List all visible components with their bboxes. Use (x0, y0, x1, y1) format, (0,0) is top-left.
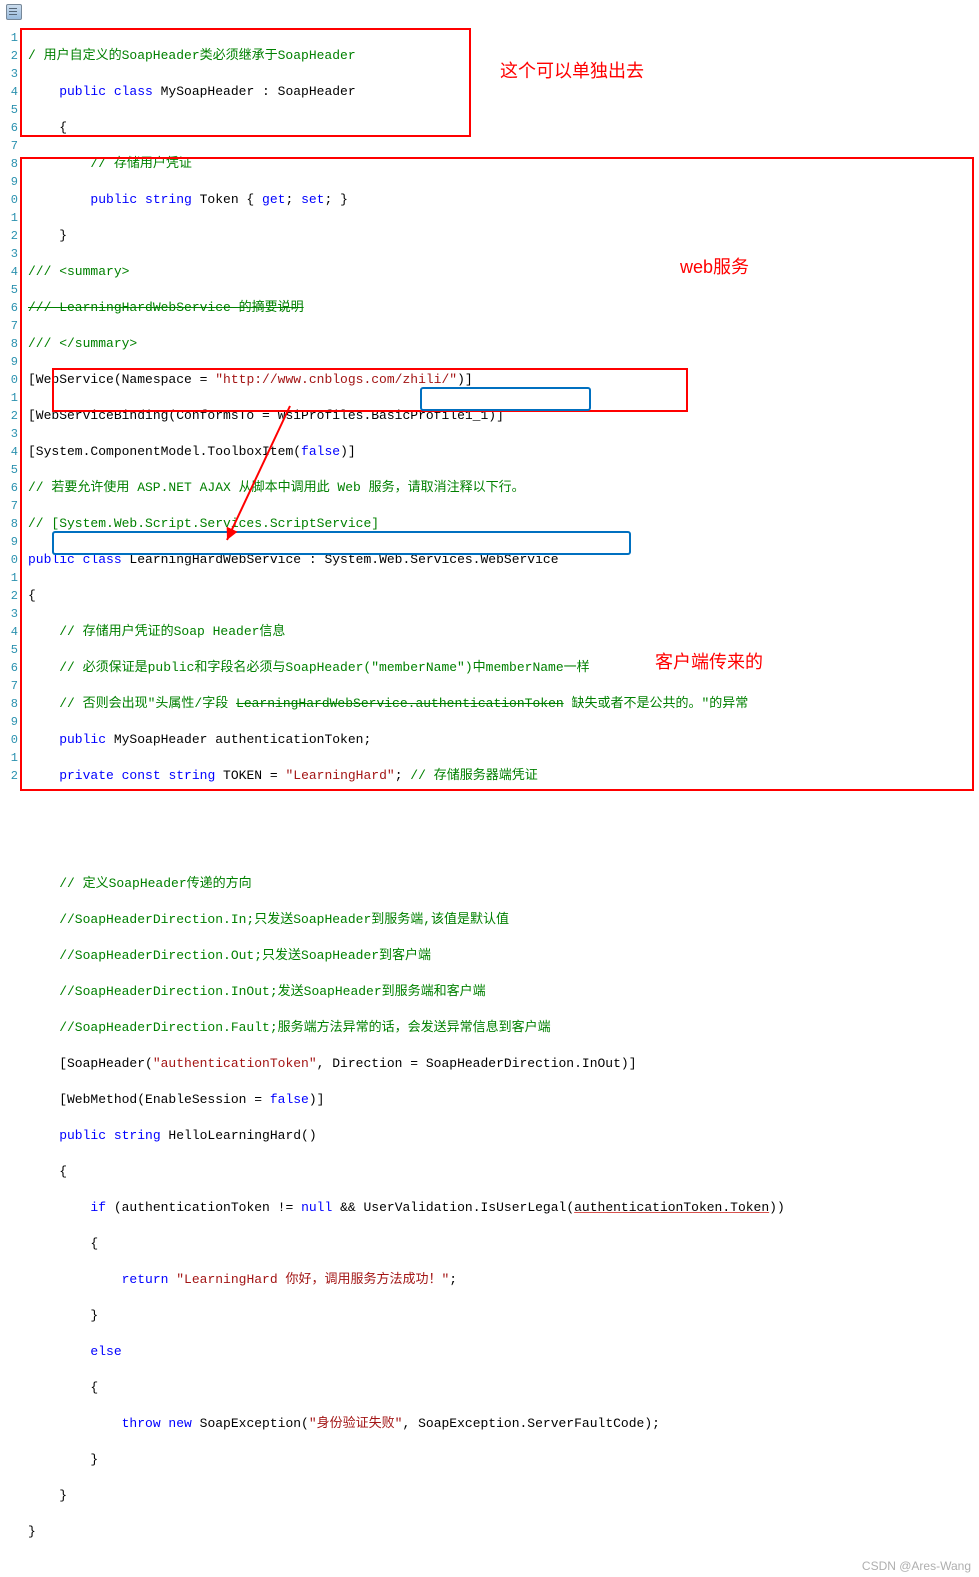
code-line: //SoapHeaderDirection.Out;只发送SoapHeader到… (28, 947, 979, 965)
line-num: 2 (0, 407, 18, 425)
line-num: 3 (0, 65, 18, 83)
watermark: CSDN @Ares-Wang (862, 1559, 971, 1573)
code-line: { (28, 119, 979, 137)
code-line: //SoapHeaderDirection.Fault;服务端方法异常的话，会发… (28, 1019, 979, 1037)
line-num: 5 (0, 281, 18, 299)
line-num: 3 (0, 245, 18, 263)
line-num: 4 (0, 443, 18, 461)
line-num: 9 (0, 533, 18, 551)
code-line: /// LearningHardWebService 的摘要说明 (28, 299, 979, 317)
code-line: // 若要允许使用 ASP.NET AJAX 从脚本中调用此 Web 服务，请取… (28, 479, 979, 497)
code-line: else (28, 1343, 979, 1361)
line-num: 9 (0, 713, 18, 731)
code-line: //SoapHeaderDirection.InOut;发送SoapHeader… (28, 983, 979, 1001)
code-line: //SoapHeaderDirection.In;只发送SoapHeader到服… (28, 911, 979, 929)
code-line: { (28, 1163, 979, 1181)
line-num: 7 (0, 677, 18, 695)
code-line: [WebMethod(EnableSession = false)] (28, 1091, 979, 1109)
code-line: } (28, 1523, 979, 1541)
line-num: 8 (0, 335, 18, 353)
code-line: // 存储用户凭证 (28, 155, 979, 173)
code-line (28, 803, 979, 821)
code-line: public MySoapHeader authenticationToken; (28, 731, 979, 749)
line-num: 5 (0, 641, 18, 659)
line-num: 1 (0, 389, 18, 407)
code-area: / 用户自定义的SoapHeader类必须继承于SoapHeader publi… (18, 0, 979, 1577)
line-num: 2 (0, 47, 18, 65)
code-line: throw new SoapException("身份验证失败", SoapEx… (28, 1415, 979, 1433)
code-line: /// </summary> (28, 335, 979, 353)
line-num: 6 (0, 119, 18, 137)
line-num: 4 (0, 263, 18, 281)
line-num: 7 (0, 497, 18, 515)
line-num: 1 (0, 749, 18, 767)
code-line: { (28, 1235, 979, 1253)
line-num: 0 (0, 551, 18, 569)
code-line: private const string TOKEN = "LearningHa… (28, 767, 979, 785)
code-line: // 否则会出现"头属性/字段 LearningHardWebService.a… (28, 695, 979, 713)
code-line: // 定义SoapHeader传递的方向 (28, 875, 979, 893)
code-line: // 必须保证是public和字段名必须与SoapHeader("memberN… (28, 659, 979, 677)
line-num: 9 (0, 173, 18, 191)
code-line: } (28, 227, 979, 245)
line-num: 6 (0, 299, 18, 317)
line-num: 0 (0, 371, 18, 389)
code-line: return "LearningHard 你好，调用服务方法成功！"; (28, 1271, 979, 1289)
line-num: 8 (0, 155, 18, 173)
line-num: 8 (0, 695, 18, 713)
line-num: 4 (0, 623, 18, 641)
code-line: { (28, 587, 979, 605)
code-line: public class MySoapHeader : SoapHeader (28, 83, 979, 101)
line-num: 6 (0, 659, 18, 677)
line-num: 7 (0, 317, 18, 335)
line-num: 1 (0, 29, 18, 47)
code-line: public class LearningHardWebService : Sy… (28, 551, 979, 569)
code-line: [SoapHeader("authenticationToken", Direc… (28, 1055, 979, 1073)
line-num: 8 (0, 515, 18, 533)
line-number-gutter: 1 2 3 4 5 6 7 8 9 0 1 2 3 4 5 6 7 8 9 0 … (0, 0, 18, 1577)
code-line: } (28, 1487, 979, 1505)
line-num: 7 (0, 137, 18, 155)
code-line: // 存储用户凭证的Soap Header信息 (28, 623, 979, 641)
code-line: public string Token { get; set; } (28, 191, 979, 209)
code-editor: 1 2 3 4 5 6 7 8 9 0 1 2 3 4 5 6 7 8 9 0 … (0, 0, 979, 1577)
line-num: 4 (0, 83, 18, 101)
code-line: /// <summary> (28, 263, 979, 281)
line-num: 3 (0, 425, 18, 443)
code-line: [WebServiceBinding(ConformsTo = WsiProfi… (28, 407, 979, 425)
code-line: if (authenticationToken != null && UserV… (28, 1199, 979, 1217)
line-num: 1 (0, 209, 18, 227)
line-num: 1 (0, 569, 18, 587)
line-num: 5 (0, 461, 18, 479)
line-num: 0 (0, 731, 18, 749)
line-num: 2 (0, 587, 18, 605)
line-num: 2 (0, 227, 18, 245)
code-line: { (28, 1379, 979, 1397)
line-num: 2 (0, 767, 18, 785)
line-num: 5 (0, 101, 18, 119)
code-line: } (28, 1451, 979, 1469)
code-line: / 用户自定义的SoapHeader类必须继承于SoapHeader (28, 47, 979, 65)
code-line: public string HelloLearningHard() (28, 1127, 979, 1145)
line-num: 0 (0, 191, 18, 209)
code-line (28, 839, 979, 857)
code-line: [System.ComponentModel.ToolboxItem(false… (28, 443, 979, 461)
line-num: 9 (0, 353, 18, 371)
code-line: } (28, 1307, 979, 1325)
code-line: [WebService(Namespace = "http://www.cnbl… (28, 371, 979, 389)
code-line: // [System.Web.Script.Services.ScriptSer… (28, 515, 979, 533)
line-num: 3 (0, 605, 18, 623)
line-num: 6 (0, 479, 18, 497)
